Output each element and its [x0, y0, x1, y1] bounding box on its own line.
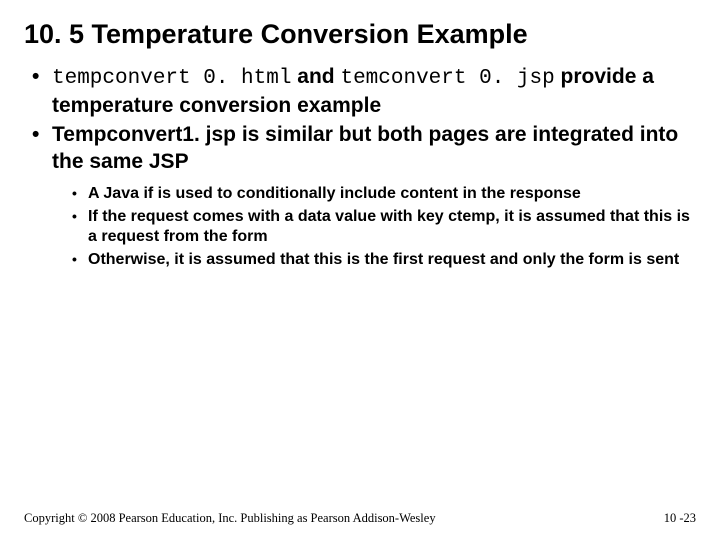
bullet-text-part: Tempconvert1. jsp is similar but both pa… [52, 123, 678, 173]
slide-title: 10. 5 Temperature Conversion Example [24, 18, 696, 50]
bullet-text-part: and [291, 65, 340, 88]
bullet-item: tempconvert 0. html and temconvert 0. js… [32, 64, 696, 120]
bullet-text-part: temconvert 0. jsp [340, 67, 554, 90]
bullet-list: tempconvert 0. html and temconvert 0. js… [24, 64, 696, 271]
page-number: 10 -23 [664, 511, 696, 526]
sub-bullet-item: If the request comes with a data value w… [72, 207, 696, 249]
sub-bullet-item: Otherwise, it is assumed that this is th… [72, 250, 696, 271]
bullet-item: Tempconvert1. jsp is similar but both pa… [32, 122, 696, 271]
bullet-text-part: tempconvert 0. html [52, 67, 291, 90]
copyright-text: Copyright © 2008 Pearson Education, Inc.… [24, 511, 436, 526]
slide-footer: Copyright © 2008 Pearson Education, Inc.… [24, 511, 696, 526]
sub-bullet-list: A Java if is used to conditionally inclu… [52, 184, 696, 271]
sub-bullet-item: A Java if is used to conditionally inclu… [72, 184, 696, 205]
